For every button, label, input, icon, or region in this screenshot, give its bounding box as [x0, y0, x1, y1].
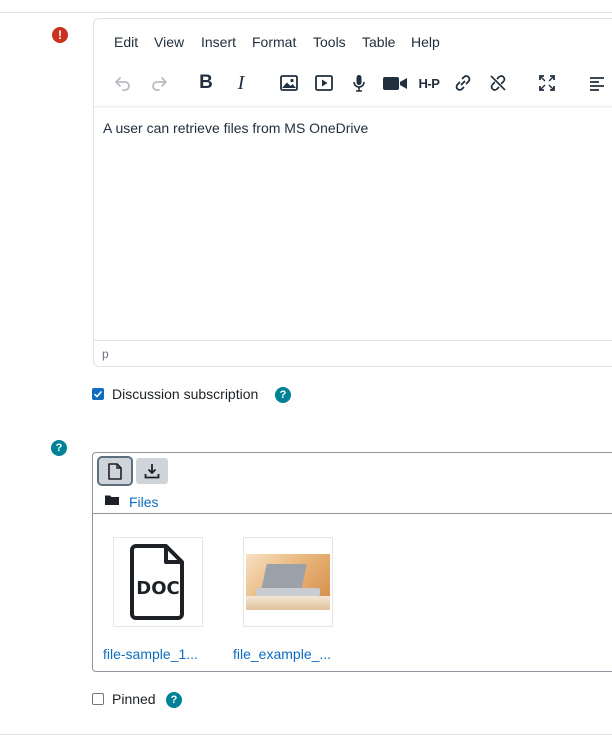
- align-left-button[interactable]: [583, 69, 611, 97]
- doc-type-label: DOC: [136, 578, 179, 599]
- bold-icon: B: [199, 72, 213, 93]
- toolbar-separator: [94, 106, 612, 108]
- files-folder-link[interactable]: Files: [129, 494, 159, 510]
- unlink-icon: [490, 75, 506, 91]
- help-icon[interactable]: ?: [275, 387, 291, 403]
- link-button[interactable]: [449, 69, 477, 97]
- file-thumbnail-doc[interactable]: DOC: [113, 537, 203, 627]
- file-manager: Files DOC file-sample_1... file_example_…: [92, 452, 612, 672]
- download-all-button[interactable]: [136, 458, 168, 484]
- menu-view[interactable]: View: [154, 34, 184, 50]
- microphone-icon: [353, 75, 365, 92]
- file-thumbnail-image[interactable]: [243, 537, 333, 627]
- menu-insert[interactable]: Insert: [201, 34, 236, 50]
- checkmark-icon: [93, 390, 103, 398]
- h5p-button[interactable]: H-P: [414, 69, 444, 97]
- download-icon: [144, 464, 160, 479]
- file-icon: [108, 462, 122, 480]
- text-editor: Edit View Insert Format Tools Table Help…: [93, 18, 612, 367]
- menu-table[interactable]: Table: [362, 34, 395, 50]
- menu-help[interactable]: Help: [411, 34, 440, 50]
- add-file-button[interactable]: [99, 458, 131, 484]
- file-manager-divider: [93, 513, 612, 514]
- bold-button[interactable]: B: [192, 69, 220, 97]
- menu-tools[interactable]: Tools: [313, 34, 346, 50]
- redo-button[interactable]: [145, 69, 173, 97]
- undo-icon: [115, 77, 130, 91]
- bottom-divider: [0, 734, 612, 735]
- redo-icon: [152, 77, 167, 91]
- file-name-1[interactable]: file-sample_1...: [103, 646, 198, 662]
- pinned-checkbox[interactable]: [92, 693, 104, 705]
- video-camera-icon: [383, 77, 407, 90]
- menu-edit[interactable]: Edit: [114, 34, 138, 50]
- folder-icon: [105, 495, 119, 505]
- record-video-button[interactable]: [380, 69, 410, 97]
- record-audio-button[interactable]: [345, 69, 373, 97]
- discussion-subscription-label: Discussion subscription: [112, 386, 259, 402]
- doc-file-icon: DOC: [130, 544, 184, 620]
- h5p-icon: H-P: [418, 75, 440, 91]
- italic-icon: I: [237, 71, 245, 94]
- image-thumbnail: [246, 554, 330, 610]
- top-divider: [0, 12, 612, 13]
- image-button[interactable]: [275, 69, 303, 97]
- link-icon: [455, 75, 471, 91]
- align-left-icon: [590, 77, 604, 91]
- pinned-label: Pinned: [112, 691, 156, 707]
- unlink-button[interactable]: [484, 69, 512, 97]
- pinned-help-icon[interactable]: ?: [166, 692, 182, 708]
- fullscreen-icon: [539, 75, 555, 91]
- media-button[interactable]: [310, 69, 338, 97]
- menu-format[interactable]: Format: [252, 34, 296, 50]
- editor-content[interactable]: A user can retrieve files from MS OneDri…: [103, 120, 368, 136]
- undo-button[interactable]: [109, 69, 137, 97]
- error-icon: !: [52, 27, 68, 43]
- media-icon: [315, 75, 333, 91]
- discussion-subscription-checkbox[interactable]: [92, 388, 104, 400]
- element-path[interactable]: p: [102, 347, 109, 361]
- editor-statusbar: p: [94, 340, 612, 367]
- image-icon: [280, 75, 298, 91]
- italic-button[interactable]: I: [227, 69, 255, 97]
- file-name-2[interactable]: file_example_...: [233, 646, 331, 662]
- fullscreen-button[interactable]: [533, 69, 561, 97]
- attachments-help-icon[interactable]: ?: [51, 440, 67, 456]
